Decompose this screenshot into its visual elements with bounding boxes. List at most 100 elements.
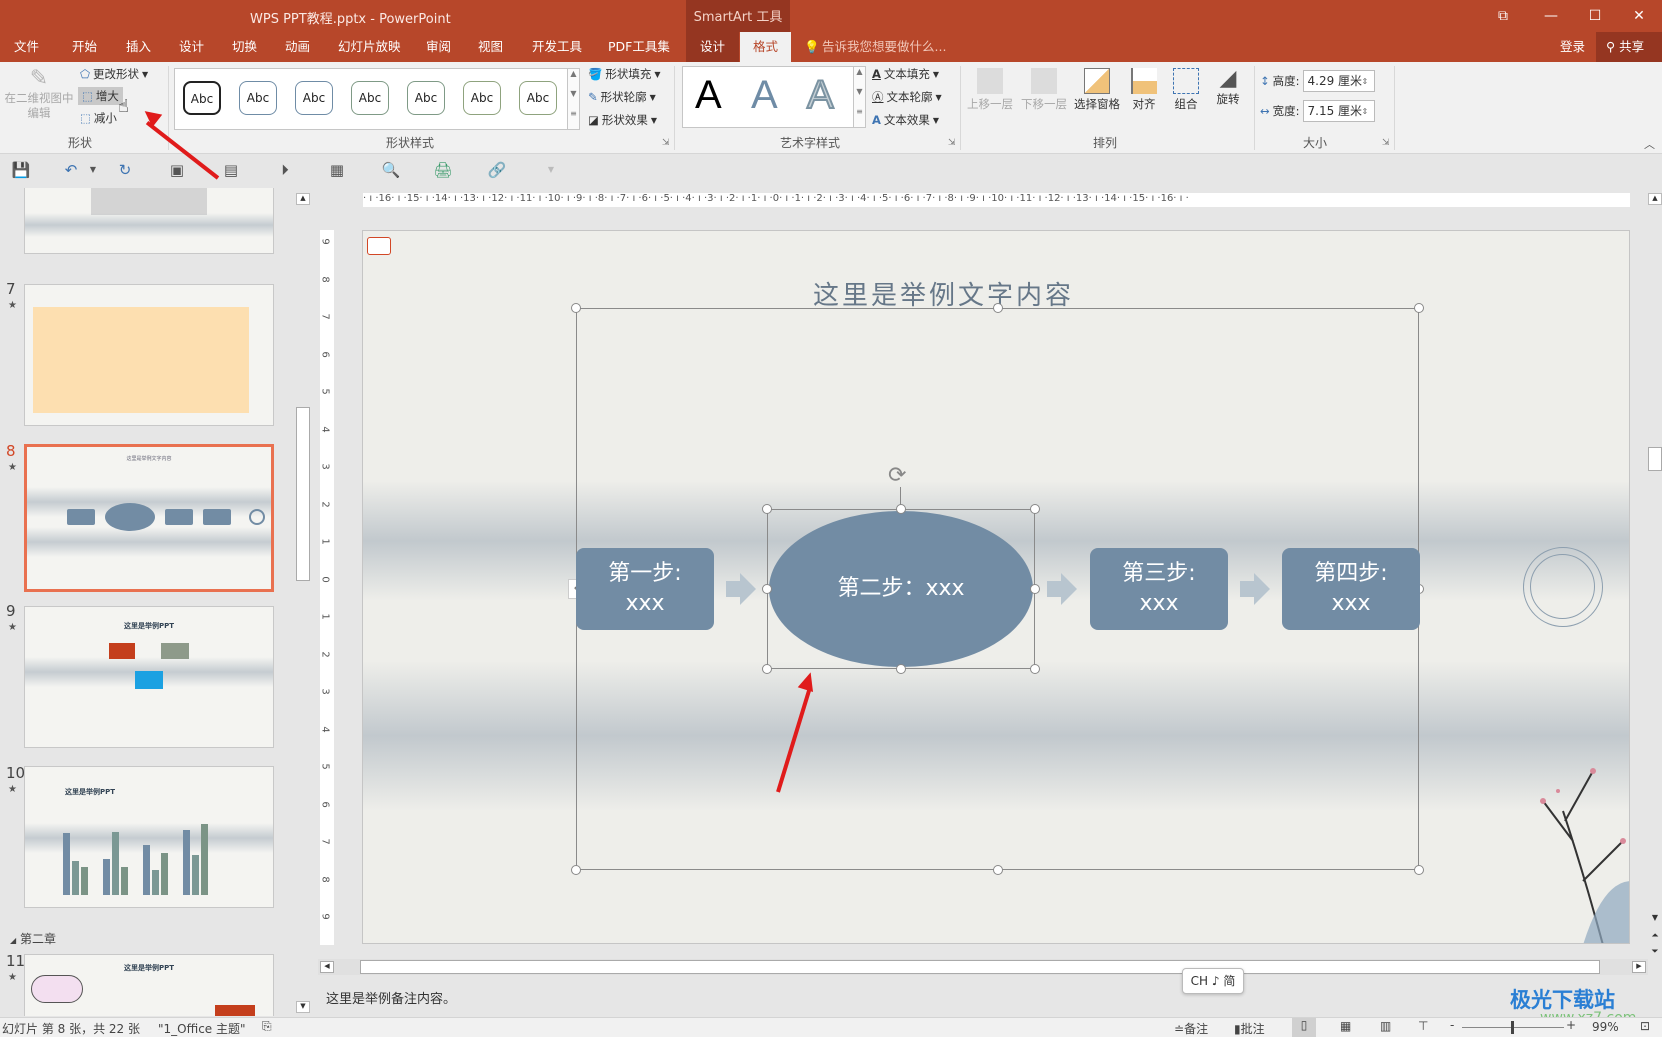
- zoom-out-button[interactable]: -: [1450, 1018, 1454, 1032]
- normal-view-button[interactable]: ▯: [1292, 1018, 1316, 1037]
- printer-icon[interactable]: 🖨: [432, 159, 454, 181]
- wordart-preset-blue[interactable]: A: [751, 73, 778, 118]
- spell-check-icon[interactable]: ⎘: [262, 1019, 272, 1034]
- slide-thumbnail-9[interactable]: 这里是举例PPT: [24, 606, 274, 748]
- zoom-in-button[interactable]: +: [1566, 1018, 1576, 1032]
- slide-thumbnail-8[interactable]: 这里是举例文字内容: [24, 444, 274, 592]
- scroll-right-arrow[interactable]: ▶: [1632, 961, 1646, 973]
- shape-style-preset[interactable]: Abc: [519, 81, 557, 115]
- dialog-launcher-icon[interactable]: ⇲: [1382, 138, 1390, 148]
- shape-fill-button[interactable]: 🪣 形状填充 ▼: [588, 66, 660, 82]
- resize-handle[interactable]: [1030, 664, 1040, 674]
- text-box-icon[interactable]: ▤: [220, 159, 242, 181]
- resize-handle[interactable]: [762, 664, 772, 674]
- section-header[interactable]: ◢ 第二章: [10, 930, 56, 947]
- from-beginning-icon[interactable]: ▣: [166, 159, 188, 181]
- notes-text[interactable]: 这里是举例备注内容。: [326, 988, 456, 1007]
- fit-to-window-icon[interactable]: ⊡: [1640, 1019, 1650, 1033]
- scroll-down-arrow[interactable]: ▼: [1648, 913, 1662, 925]
- tab-slideshow[interactable]: 幻灯片放映: [334, 32, 405, 62]
- slideshow-icon[interactable]: ▦: [326, 159, 348, 181]
- tab-review[interactable]: 审阅: [422, 32, 455, 62]
- spinner-icon[interactable]: ⇕: [1362, 107, 1369, 116]
- minimize-button[interactable]: —: [1528, 0, 1574, 32]
- shape-style-preset[interactable]: Abc: [351, 81, 389, 115]
- scroll-up-arrow[interactable]: ▲: [1648, 193, 1662, 205]
- notes-toggle[interactable]: ≐备注: [1174, 1020, 1208, 1037]
- wordart-preset-black[interactable]: A: [695, 73, 722, 118]
- change-shape-button[interactable]: ⬠ 更改形状 ▼: [80, 66, 148, 82]
- zoom-slider-thumb[interactable]: [1511, 1021, 1514, 1034]
- resize-handle[interactable]: [993, 303, 1003, 313]
- tab-smartart-format[interactable]: 格式: [740, 32, 792, 62]
- slide-title[interactable]: 这里是举例文字内容: [813, 275, 1074, 312]
- text-fill-button[interactable]: A 文本填充 ▼: [872, 66, 939, 82]
- ime-indicator[interactable]: CH ♪ 简: [1182, 968, 1244, 994]
- smaller-button[interactable]: ⬚ 减小: [80, 110, 117, 126]
- maximize-button[interactable]: ☐: [1572, 0, 1618, 32]
- close-button[interactable]: ✕: [1616, 0, 1662, 32]
- scroll-up-arrow[interactable]: ▲: [296, 193, 310, 205]
- slide-sorter-button[interactable]: ▦: [1340, 1019, 1351, 1033]
- resize-handle[interactable]: [1030, 504, 1040, 514]
- shape-style-preset[interactable]: Abc: [295, 81, 333, 115]
- gallery-scroll-up[interactable]: ▲: [567, 69, 579, 89]
- shape-outline-button[interactable]: ✎ 形状轮廓 ▼: [588, 89, 656, 105]
- slide-thumbnail-7[interactable]: [24, 284, 274, 426]
- tab-file[interactable]: 文件: [10, 32, 43, 62]
- step-1-shape[interactable]: 第一步: xxx: [576, 548, 714, 630]
- comments-toggle[interactable]: ▮批注: [1234, 1020, 1265, 1037]
- text-effects-button[interactable]: A 文本效果 ▼: [872, 112, 939, 128]
- tab-view[interactable]: 视图: [474, 32, 507, 62]
- shape-effects-button[interactable]: ◪ 形状效果 ▼: [588, 112, 657, 128]
- resize-handle[interactable]: [896, 664, 906, 674]
- scroll-thumb[interactable]: [360, 960, 1600, 974]
- undo-icon[interactable]: ↶: [60, 159, 82, 181]
- shape-style-preset[interactable]: Abc: [239, 81, 277, 115]
- step-3-shape[interactable]: 第三步: xxx: [1090, 548, 1228, 630]
- gallery-scroll-down[interactable]: ▼: [853, 87, 865, 107]
- resize-handle[interactable]: [571, 865, 581, 875]
- collapse-ribbon-icon[interactable]: ︿: [1644, 136, 1655, 152]
- link-icon[interactable]: 🔗: [486, 159, 508, 181]
- tab-insert[interactable]: 插入: [122, 32, 155, 62]
- thumbnail-scrollbar[interactable]: ▲ ▼: [296, 193, 310, 1015]
- gallery-scroll-down[interactable]: ▼: [567, 89, 579, 109]
- text-outline-button[interactable]: Ⓐ 文本轮廓 ▼: [872, 89, 942, 105]
- tab-design[interactable]: 设计: [175, 32, 208, 62]
- slide-thumbnail-11[interactable]: 这里是举例PPT: [24, 954, 274, 1016]
- resize-handle[interactable]: [1414, 865, 1424, 875]
- scroll-down-arrow[interactable]: ▼: [296, 1001, 310, 1013]
- tell-me-search[interactable]: 告诉我您想要做什么...: [818, 32, 950, 62]
- group-button[interactable]: 组合: [1166, 66, 1206, 112]
- slide-thumbnail-6[interactable]: [24, 188, 274, 254]
- step-2-ellipse[interactable]: 第二步：xxx: [769, 511, 1033, 667]
- redo-icon[interactable]: ↻: [114, 159, 136, 181]
- notes-pane[interactable]: 这里是举例备注内容。: [318, 980, 1648, 1018]
- tab-transitions[interactable]: 切换: [228, 32, 261, 62]
- vertical-scrollbar[interactable]: ▲ ▼ ⏶ ⏷: [1648, 193, 1662, 1015]
- horizontal-scrollbar[interactable]: ◀ ▶: [318, 959, 1648, 975]
- tab-pdf-tools[interactable]: PDF工具集: [604, 32, 674, 62]
- dialog-launcher-icon[interactable]: ⇲: [948, 138, 956, 148]
- previous-slide-button[interactable]: ⏶: [1648, 931, 1662, 945]
- rotate-button[interactable]: ◢ 旋转: [1208, 66, 1248, 107]
- resize-handle[interactable]: [1030, 584, 1040, 594]
- scroll-left-arrow[interactable]: ◀: [320, 961, 334, 973]
- gallery-expand[interactable]: ≡: [567, 109, 579, 129]
- align-button[interactable]: 对齐: [1126, 66, 1162, 112]
- gallery-expand[interactable]: ≡: [853, 107, 865, 127]
- scroll-thumb[interactable]: [296, 407, 310, 581]
- slideshow-view-button[interactable]: ⊤: [1418, 1019, 1428, 1033]
- edit-in-2d-button[interactable]: ✎ 在二维视图中编辑: [4, 66, 74, 121]
- tab-smartart-design[interactable]: 设计: [686, 32, 740, 62]
- resize-handle[interactable]: [1414, 303, 1424, 313]
- save-icon[interactable]: 💾: [10, 159, 32, 181]
- comment-icon[interactable]: [367, 237, 391, 255]
- spinner-icon[interactable]: ⇕: [1362, 77, 1369, 86]
- shape-style-preset[interactable]: Abc: [407, 81, 445, 115]
- reading-view-button[interactable]: ▥: [1380, 1019, 1391, 1033]
- step-4-shape[interactable]: 第四步: xxx: [1282, 548, 1420, 630]
- selection-pane-button[interactable]: 选择窗格: [1070, 66, 1124, 112]
- share-button[interactable]: ⚲ 共享: [1596, 32, 1662, 62]
